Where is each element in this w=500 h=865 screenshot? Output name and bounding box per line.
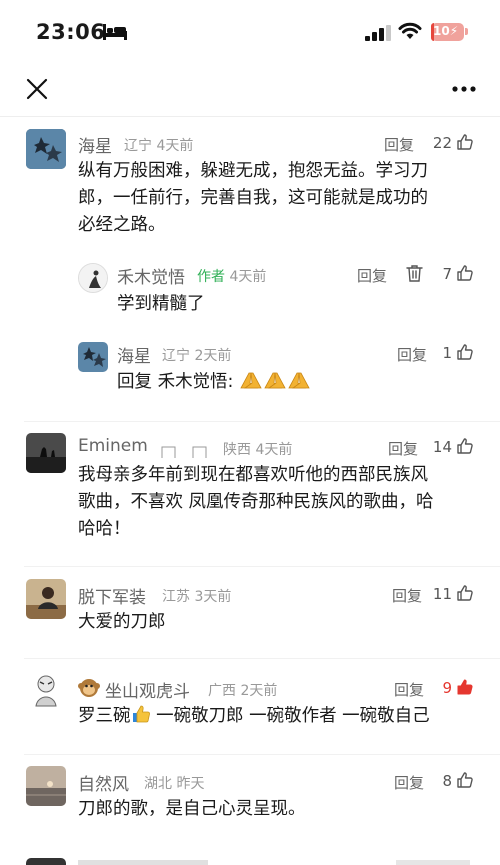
reply-username[interactable]: 禾木觉悟 — [117, 263, 185, 288]
battery-cap — [465, 28, 468, 35]
battery-level-text: 10⚡ — [433, 24, 459, 38]
close-icon[interactable] — [24, 76, 50, 102]
comment-username[interactable]: 脱下军装 — [78, 583, 146, 608]
reply-meta: 作者 4天前 — [197, 269, 267, 285]
sleep-focus-icon — [103, 24, 127, 40]
like-count: 7 — [442, 265, 452, 283]
reply-text: 学到精髓了 — [117, 294, 205, 314]
thumbs-up-icon[interactable] — [456, 133, 474, 151]
avatar[interactable] — [78, 263, 108, 293]
comment-username[interactable]: 坐山观虎斗 — [105, 677, 190, 702]
comment-text: 罗三碗 一碗敬刀郎 一碗敬作者 一碗敬自己 — [78, 703, 488, 733]
avatar[interactable] — [26, 433, 66, 473]
reply-button[interactable]: 回复 — [357, 265, 387, 286]
avatar[interactable] — [26, 766, 66, 806]
nav-bar — [0, 62, 500, 116]
reply-username[interactable]: 海星 — [117, 342, 151, 367]
avatar[interactable] — [26, 129, 66, 169]
like-count: 1 — [442, 344, 452, 362]
comment-divider — [24, 754, 500, 755]
comment-username[interactable]: 自然风 — [78, 770, 129, 795]
battery-indicator: 10⚡ — [431, 23, 464, 41]
comment-text: 大爱的刀郎 — [78, 612, 166, 632]
avatar[interactable] — [26, 858, 66, 865]
reply-meta: 辽宁 2天前 — [162, 348, 232, 364]
comment-meta: 湖北 昨天 — [144, 776, 205, 792]
reply-text: 回复 禾木觉悟: — [117, 369, 457, 399]
next-comment-actions-partial — [396, 860, 470, 865]
comment-text-part: 罗三碗 — [78, 706, 131, 726]
comment-text-line: 必经之路。 — [78, 215, 166, 235]
badge-placeholder-icon — [161, 446, 207, 458]
comment-divider — [24, 421, 500, 422]
comment-meta: 辽宁 4天前 — [124, 138, 194, 154]
status-bar: 23:06 10⚡ — [0, 0, 500, 62]
folded-hands-emoji — [239, 370, 311, 399]
reply-button[interactable]: 回复 — [392, 585, 422, 606]
reply-button[interactable]: 回复 — [397, 344, 427, 365]
more-options-icon[interactable] — [452, 85, 476, 93]
reply-button[interactable]: 回复 — [394, 679, 424, 700]
nav-divider — [0, 116, 500, 117]
comment-meta: 广西 2天前 — [208, 683, 278, 699]
thumbs-up-emoji — [131, 704, 151, 733]
reply-button[interactable]: 回复 — [394, 772, 424, 793]
avatar[interactable] — [26, 579, 66, 619]
comment-username[interactable]: Eminem — [78, 436, 148, 456]
comment-divider — [24, 658, 500, 659]
like-count: 14 — [432, 438, 452, 456]
thumbs-up-icon[interactable] — [456, 771, 474, 789]
trash-icon[interactable] — [406, 264, 423, 282]
thumbs-up-icon[interactable] — [456, 437, 474, 455]
avatar[interactable] — [26, 670, 66, 710]
cellular-signal-icon — [365, 25, 391, 41]
thumbs-up-icon[interactable] — [456, 343, 474, 361]
comment-username[interactable]: 海星 — [78, 132, 112, 157]
reply-text-content: 回复 禾木觉悟: — [117, 372, 240, 392]
comment-text-line: 纵有万般困难，躲避无成，抱怨无益。学习刀 — [78, 161, 428, 181]
thumbs-up-icon[interactable] — [456, 584, 474, 602]
comment-text-part: 一碗敬刀郎 一碗敬作者 一碗敬自己 — [150, 706, 430, 726]
like-count: 9 — [442, 679, 452, 697]
reply-button[interactable]: 回复 — [384, 134, 414, 155]
wifi-icon — [398, 22, 422, 39]
comment-divider — [24, 566, 500, 567]
comment-text: 刀郎的歌，是自己心灵呈现。 — [78, 799, 306, 819]
thumbs-up-filled-icon[interactable] — [456, 678, 474, 696]
comment-text-line: 哈哈！ — [78, 519, 131, 539]
comment-text: 我母亲多年前到现在都喜欢听他的西部民族风 歌曲，不喜欢 凤凰传奇那种民族风的歌曲… — [78, 462, 478, 543]
author-tag: 作者 — [197, 269, 225, 285]
comment-text-line: 歌曲，不喜欢 凤凰传奇那种民族风的歌曲，哈 — [78, 492, 434, 512]
comment-meta: 江苏 3天前 — [162, 589, 232, 605]
status-time: 23:06 — [36, 20, 106, 44]
like-count: 8 — [442, 772, 452, 790]
reply-button[interactable]: 回复 — [388, 438, 418, 459]
comment-text: 纵有万般困难，躲避无成，抱怨无益。学习刀 郎，一任前行，完善自我，这可能就是成功… — [78, 158, 478, 239]
next-comment-header-partial — [78, 860, 208, 865]
avatar[interactable] — [78, 342, 108, 372]
like-count: 22 — [432, 134, 452, 152]
comment-text-line: 郎，一任前行，完善自我，这可能就是成功的 — [78, 188, 428, 208]
comment-text-line: 我母亲多年前到现在都喜欢听他的西部民族风 — [78, 465, 428, 485]
like-count: 11 — [432, 585, 452, 603]
comment-meta: 陕西 4天前 — [223, 442, 293, 458]
thumbs-up-icon[interactable] — [456, 264, 474, 282]
monkey-emoji-icon — [78, 679, 100, 697]
